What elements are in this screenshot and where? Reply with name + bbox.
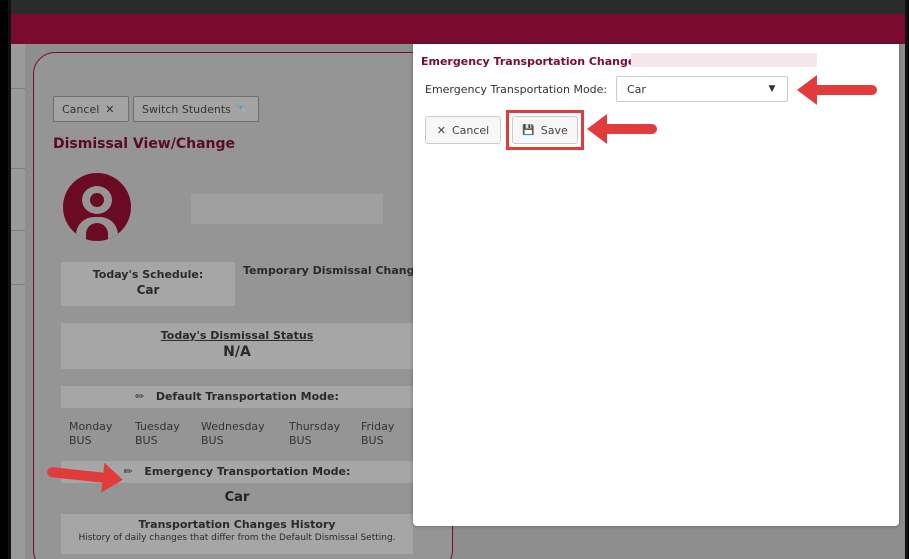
- avatar-body: [76, 217, 118, 241]
- dialog-cancel-button[interactable]: ✕ Cancel: [425, 116, 501, 144]
- annotation-arrow: [797, 75, 877, 105]
- default-mode-label: Default Transportation Mode:: [155, 390, 339, 403]
- sidebar-divider: [11, 168, 25, 169]
- app-window: Cancel ✕ Switch Students 🔧 Dismissal Vie…: [8, 0, 908, 559]
- student-name-redacted: [631, 53, 817, 67]
- avatar-head: [82, 186, 112, 214]
- floppy-disk-icon: 💾: [522, 124, 535, 136]
- window-top-strip: [11, 0, 905, 14]
- student-name-redacted: [191, 194, 383, 224]
- mode-select-value: Car: [627, 83, 646, 96]
- close-icon: ✕: [436, 123, 446, 137]
- dialog-cancel-label: Cancel: [451, 123, 490, 137]
- sidebar-divider: [11, 230, 25, 231]
- day-thursday: Thursday BUS: [289, 420, 341, 447]
- emergency-mode-label: Emergency Transportation Mode:: [144, 465, 351, 478]
- history-title: Transportation Changes History: [138, 518, 336, 531]
- app-header-bar: [11, 14, 905, 44]
- dismissal-status-panel: Today's Dismissal Status N/A: [61, 323, 413, 369]
- cancel-button[interactable]: Cancel ✕: [53, 96, 129, 122]
- pencil-icon[interactable]: ✏: [124, 465, 133, 478]
- day-friday: Friday BUS: [361, 420, 395, 447]
- save-button-label: Save: [540, 123, 568, 137]
- avatar: [63, 173, 131, 241]
- annotation-arrow: [587, 114, 657, 144]
- history-desc: History of daily changes that differ fro…: [78, 533, 396, 543]
- emergency-change-dialog: Emergency Transportation Change for Emer…: [413, 44, 899, 526]
- day-wednesday: Wednesday BUS: [201, 420, 265, 447]
- switch-students-button[interactable]: Switch Students 🔧: [133, 96, 259, 122]
- switch-students-label: Switch Students: [142, 102, 231, 116]
- left-sidebar: [11, 44, 25, 559]
- day-tuesday: Tuesday BUS: [135, 420, 180, 447]
- dialog-title: Emergency Transportation Change for: [421, 55, 657, 68]
- chevron-down-icon[interactable]: ▼: [757, 77, 787, 101]
- history-panel: Transportation Changes History History o…: [61, 514, 413, 554]
- mode-field-label: Emergency Transportation Mode:: [425, 83, 608, 96]
- close-icon: ✕: [105, 102, 115, 116]
- default-mode-panel: ✏ Default Transportation Mode:: [61, 386, 413, 408]
- status-label: Today's Dismissal Status: [160, 329, 314, 342]
- day-monday: Monday BUS: [69, 420, 113, 447]
- sidebar-divider: [11, 284, 25, 285]
- schedule-label: Today's Schedule:: [92, 268, 204, 281]
- wrench-icon: 🔧: [235, 103, 249, 115]
- cancel-button-label: Cancel: [62, 102, 100, 116]
- schedule-value: Car: [136, 283, 160, 297]
- page-title: Dismissal View/Change: [53, 136, 236, 152]
- sidebar-divider: [11, 88, 25, 89]
- temporary-changes-heading: Temporary Dismissal Changes: [243, 264, 429, 277]
- status-value: N/A: [223, 344, 251, 360]
- weekly-schedule: Monday BUS Tuesday BUS Wednesday BUS Thu…: [61, 420, 411, 450]
- pencil-icon[interactable]: ✏: [135, 390, 144, 403]
- mode-select[interactable]: Car ▼: [616, 76, 788, 102]
- save-button[interactable]: 💾 Save: [512, 116, 578, 144]
- todays-schedule-panel: Today's Schedule: Car: [61, 262, 235, 306]
